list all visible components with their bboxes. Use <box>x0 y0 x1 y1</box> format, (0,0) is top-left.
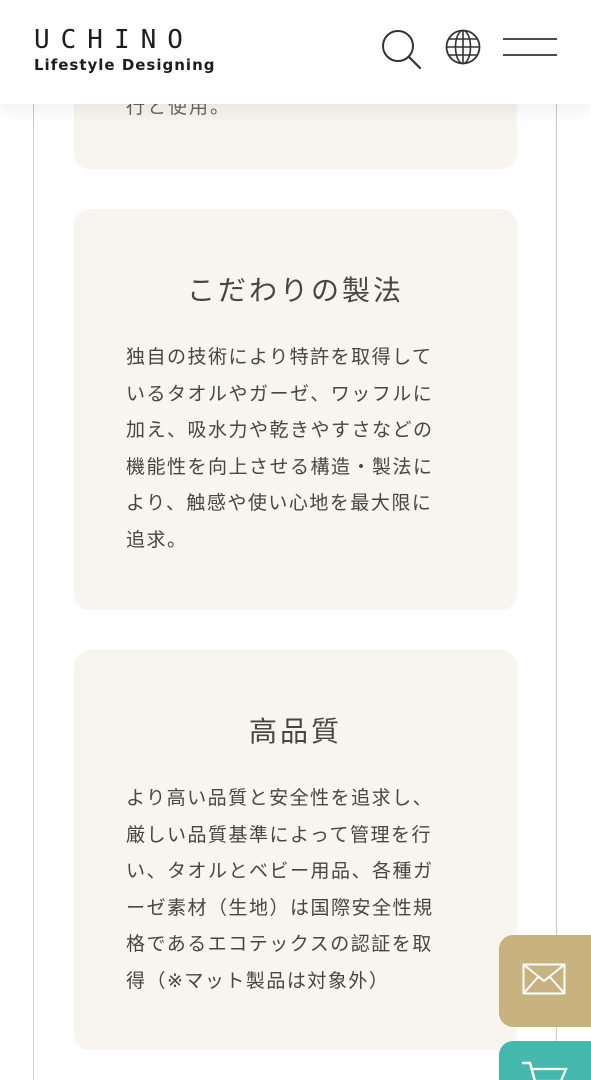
description-line: より、触感や使い心地を最大限に <box>126 492 433 514</box>
content-frame-right-border <box>556 0 557 1080</box>
feature-card-description: より高い品質と安全性を追求し、 厳しい品質基準によって管理を行 い、タオルとベビ… <box>126 780 456 999</box>
description-line: 厳しい品質基準によって管理を行 <box>126 823 432 846</box>
feature-card-title: こだわりの製法 <box>186 274 404 307</box>
description-line: 独自の技術により特許を取得して <box>126 346 433 368</box>
globe-icon[interactable] <box>444 28 482 70</box>
search-icon[interactable] <box>380 28 422 74</box>
description-line: より高い品質と安全性を追求し、 <box>126 787 434 809</box>
description-line: 得（※マット製品は対象外） <box>126 969 390 992</box>
feature-card-description: 独自の技術により特許を取得して いるタオルやガーゼ、ワッフルに 加え、吸水力や乾… <box>126 339 456 558</box>
description-line: 機能性を向上させる構造・製法に <box>126 455 434 478</box>
shopping-cart-button[interactable] <box>499 1041 591 1080</box>
feature-card-title: 高品質 <box>248 715 342 748</box>
contact-mail-button[interactable] <box>499 935 591 1027</box>
feature-card-quality: 高品質 より高い品質と安全性を追求し、 厳しい品質基準によって管理を行 い、タオ… <box>74 650 517 1050</box>
uchino-logo[interactable]: UCHINO Lifestyle Designing <box>34 26 215 74</box>
page: 行と使用。 UCHINO Lifestyle Designing こだわりの製法… <box>0 0 591 1080</box>
mail-icon <box>522 963 566 999</box>
logo-wordmark: UCHINO <box>34 25 194 55</box>
description-line: いるタオルやガーゼ、ワッフルに <box>126 382 434 405</box>
logo-tagline: Lifestyle Designing <box>34 56 216 74</box>
description-line: 加え、吸水力や乾きやすさなどの <box>126 419 434 441</box>
hamburger-menu-icon[interactable] <box>502 36 558 64</box>
description-line: ーゼ素材（生地）は国際安全性規 <box>126 896 434 919</box>
description-line: 格であるエコテックスの認証を取 <box>126 933 433 955</box>
description-line: 追求。 <box>126 528 188 551</box>
site-header: UCHINO Lifestyle Designing <box>0 0 591 104</box>
content-frame-left-border <box>33 0 34 1080</box>
description-line: い、タオルとベビー用品、各種ガ <box>126 860 434 882</box>
cart-icon <box>520 1057 568 1080</box>
feature-card-craftsmanship: こだわりの製法 独自の技術により特許を取得して いるタオルやガーゼ、ワッフルに … <box>74 209 517 610</box>
